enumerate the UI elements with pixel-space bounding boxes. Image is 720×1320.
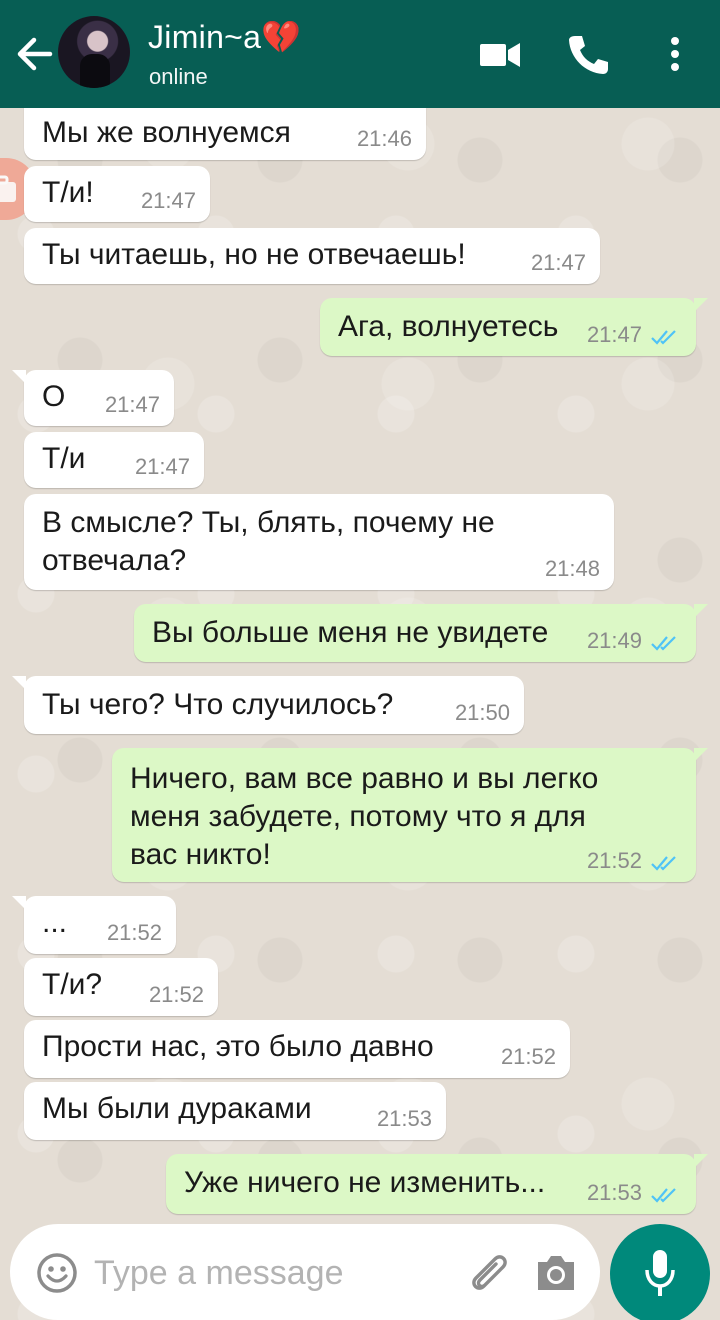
message-text: ... bbox=[42, 906, 68, 939]
message-text: Ага, волнуетесь bbox=[338, 310, 559, 343]
attach-icon bbox=[472, 1255, 507, 1290]
bubble-tail bbox=[694, 604, 708, 618]
message-text: Ты читаешь, но не отвечаешь! bbox=[42, 238, 466, 271]
message-incoming[interactable]: Ты чего? Что случилось? 21:50 bbox=[12, 676, 524, 734]
message-input[interactable]: Type a message bbox=[94, 1254, 343, 1293]
back-arrow-icon bbox=[17, 37, 53, 71]
camera-icon bbox=[538, 1256, 574, 1290]
message-text: Т/и! bbox=[42, 176, 94, 209]
message-time: 21:49 bbox=[586, 628, 642, 653]
message-incoming[interactable]: Т/и? 21:52 bbox=[24, 958, 218, 1016]
contact-status: online bbox=[149, 64, 208, 89]
message-text: Уже ничего не изменить... bbox=[184, 1166, 546, 1199]
bubble-tail bbox=[12, 676, 26, 690]
message-outgoing[interactable]: Уже ничего не изменить... 21:53 bbox=[166, 1154, 708, 1214]
message-outgoing[interactable]: Вы больше меня не увидете 21:49 bbox=[134, 604, 708, 662]
message-incoming[interactable]: Прости нас, это было давно 21:52 bbox=[24, 1020, 570, 1078]
contact-name[interactable]: Jimin~a💔 bbox=[148, 18, 301, 56]
message-text: Прости нас, это было давно bbox=[42, 1030, 434, 1063]
double-check-icon bbox=[651, 330, 676, 345]
emoji-icon bbox=[37, 1253, 77, 1293]
message-time: 21:50 bbox=[454, 700, 510, 725]
message-incoming[interactable]: Ты читаешь, но не отвечаешь! 21:47 bbox=[24, 228, 600, 284]
more-vert-icon bbox=[671, 37, 679, 71]
message-time: 21:52 bbox=[148, 982, 204, 1007]
video-call-button[interactable] bbox=[478, 32, 522, 76]
message-time: 21:52 bbox=[586, 848, 642, 873]
bubble-tail bbox=[694, 298, 708, 312]
message-time: 21:47 bbox=[134, 454, 190, 479]
message-time: 21:47 bbox=[104, 392, 160, 417]
phone-icon bbox=[569, 36, 608, 74]
bubble-tail bbox=[12, 370, 26, 384]
message-time: 21:52 bbox=[106, 920, 162, 945]
message-time: 21:47 bbox=[140, 188, 196, 213]
voice-call-button[interactable] bbox=[566, 32, 610, 76]
bubble-tail bbox=[694, 1154, 708, 1168]
message-time: 21:46 bbox=[356, 126, 412, 151]
mic-icon bbox=[645, 1250, 675, 1296]
camera-button[interactable] bbox=[534, 1252, 578, 1294]
message-text: Вы больше меня не увидете bbox=[152, 616, 549, 649]
bubble-tail bbox=[694, 748, 708, 762]
back-button[interactable] bbox=[12, 30, 56, 78]
double-check-icon bbox=[651, 636, 676, 651]
message-time: 21:53 bbox=[376, 1106, 432, 1131]
message-text: Мы были дураками bbox=[42, 1092, 312, 1125]
message-text: Т/и bbox=[42, 442, 86, 475]
video-call-icon bbox=[480, 43, 520, 67]
message-incoming[interactable]: Мы же волнуемся 21:46 bbox=[24, 106, 426, 160]
double-check-icon bbox=[651, 856, 676, 871]
message-composer[interactable]: Type a message bbox=[10, 1224, 600, 1320]
bubble-tail bbox=[12, 896, 26, 910]
contact-avatar[interactable] bbox=[58, 16, 130, 88]
briefcase-icon bbox=[0, 175, 16, 202]
message-text: В смысле? Ты, блять, почему не отвечала? bbox=[42, 506, 495, 577]
chat-header: Jimin~a💔 online bbox=[0, 0, 720, 108]
message-incoming[interactable]: Мы были дураками 21:53 bbox=[24, 1082, 446, 1140]
message-time: 21:52 bbox=[500, 1044, 556, 1069]
message-outgoing[interactable]: Ничего, вам все равно и вы легко меня за… bbox=[112, 748, 708, 882]
emoji-button[interactable] bbox=[36, 1252, 78, 1294]
more-options-button[interactable] bbox=[660, 32, 704, 76]
message-text: Мы же волнуемся bbox=[42, 116, 291, 149]
message-text: Ничего, вам все равно и вы легко меня за… bbox=[130, 762, 599, 871]
message-text: О bbox=[42, 380, 66, 413]
message-time: 21:47 bbox=[530, 250, 586, 275]
message-incoming[interactable]: ... 21:52 bbox=[12, 896, 176, 954]
message-outgoing[interactable]: Ага, волнуетесь 21:47 bbox=[320, 298, 708, 356]
message-text: Ты чего? Что случилось? bbox=[42, 688, 394, 721]
message-time: 21:53 bbox=[586, 1180, 642, 1205]
message-time: 21:47 bbox=[586, 322, 642, 347]
double-check-icon bbox=[651, 1188, 676, 1203]
attach-button[interactable] bbox=[466, 1250, 512, 1296]
message-time: 21:48 bbox=[544, 556, 600, 581]
voice-record-button[interactable] bbox=[610, 1224, 710, 1320]
message-text: Т/и? bbox=[42, 968, 103, 1001]
message-incoming[interactable]: Т/и! 21:47 bbox=[24, 166, 210, 222]
message-incoming[interactable]: О 21:47 bbox=[12, 370, 174, 426]
message-incoming[interactable]: Т/и 21:47 bbox=[24, 432, 204, 488]
message-incoming[interactable]: В смысле? Ты, блять, почему не отвечала?… bbox=[24, 494, 614, 590]
